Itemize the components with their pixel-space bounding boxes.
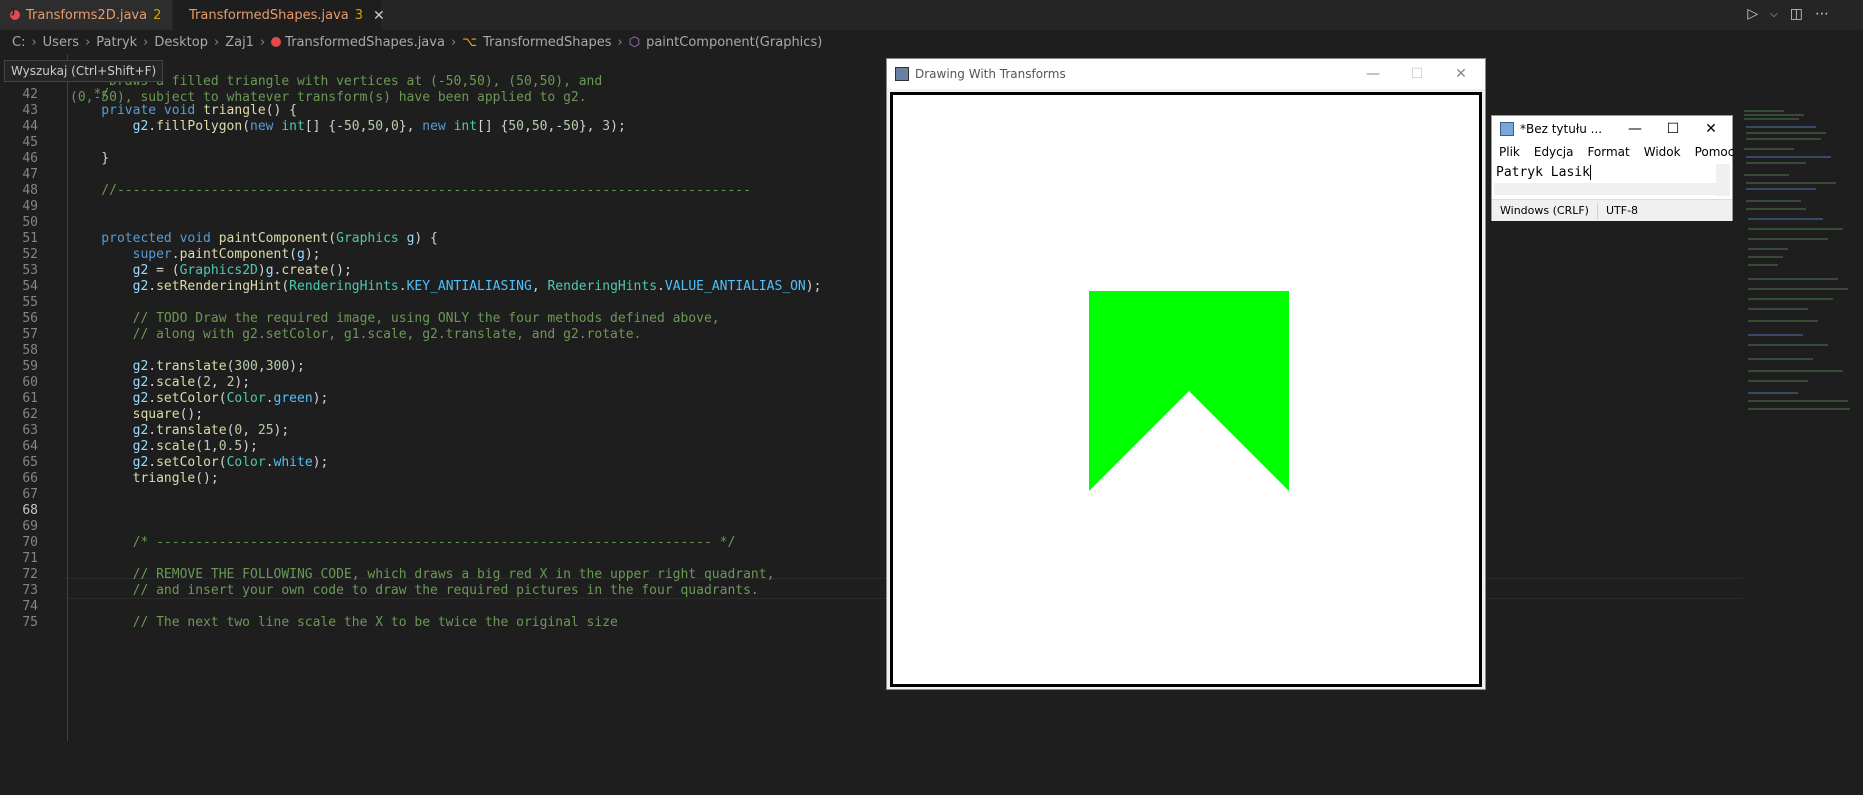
chevron-right-icon: › <box>617 34 623 50</box>
breadcrumb-item[interactable]: Desktop <box>154 35 208 50</box>
tab-label: Transforms2D.java <box>26 7 148 23</box>
notepad-menubar: Plik Edycja Format Widok Pomoc <box>1492 142 1734 162</box>
split-editor-icon[interactable]: ◫ <box>1790 6 1803 22</box>
problem-count-badge: 2 <box>153 7 162 23</box>
notepad-titlebar[interactable]: *Bez tytułu ... — ☐ ✕ <box>1492 116 1732 142</box>
problem-count-badge: 3 <box>354 8 364 23</box>
minimize-icon[interactable]: — <box>1351 59 1395 89</box>
breadcrumb-item[interactable]: TransformedShapes <box>483 35 611 50</box>
close-icon[interactable]: ✕ <box>1439 59 1483 89</box>
window-title: Drawing With Transforms <box>915 67 1066 81</box>
java-app-icon <box>895 67 909 81</box>
tab-transforms2d[interactable]: Transforms2D.java 2 <box>0 0 172 30</box>
notepad-window[interactable]: *Bez tytułu ... — ☐ ✕ Plik Edycja Format… <box>1491 115 1734 221</box>
notepad-text-area[interactable]: Patryk Lasik <box>1494 164 1714 182</box>
java-file-icon <box>271 37 282 47</box>
breadcrumb-item[interactable]: TransformedShapes.java <box>285 35 445 50</box>
menu-pomoc[interactable]: Pomoc <box>1688 142 1742 162</box>
notepad-vertical-scrollbar[interactable] <box>1716 164 1730 196</box>
menu-widok[interactable]: Widok <box>1637 142 1688 162</box>
breadcrumb-item[interactable]: paintComponent(Graphics) <box>646 35 822 50</box>
chevron-right-icon: › <box>143 34 149 50</box>
chevron-down-icon[interactable]: ⌵ <box>1770 9 1778 22</box>
drawing-canvas <box>893 95 1479 684</box>
notepad-icon <box>1500 122 1514 136</box>
chevron-right-icon: › <box>214 34 220 50</box>
vertical-scrollbar[interactable] <box>1850 108 1863 795</box>
close-tab-icon[interactable]: ✕ <box>373 8 385 24</box>
chevron-right-icon: › <box>450 34 457 50</box>
chevron-right-icon: › <box>31 34 37 50</box>
class-icon: ⌥ <box>462 34 478 50</box>
drawing-canvas-frame <box>890 92 1482 687</box>
minimap[interactable] <box>1742 108 1862 748</box>
menu-edycja[interactable]: Edycja <box>1527 142 1581 162</box>
menu-plik[interactable]: Plik <box>1492 142 1527 162</box>
indent-guide <box>67 54 68 741</box>
chevron-right-icon: › <box>85 34 91 50</box>
java-drawing-window[interactable]: Drawing With Transforms — ☐ ✕ <box>886 58 1486 690</box>
text-cursor <box>1589 165 1591 180</box>
java-file-icon <box>10 7 20 20</box>
breadcrumb-item[interactable]: C: <box>12 35 25 50</box>
breadcrumb: C: › Users › Patryk › Desktop › Zaj1 › Transf… <box>0 30 1863 54</box>
green-banner-shape <box>1089 291 1289 491</box>
editor-actions: ▷ ⌵ ◫ ⋯ <box>1747 6 1829 22</box>
breadcrumb-item[interactable]: Patryk <box>96 35 137 50</box>
editor-tab-bar: Transforms2D.java 2 TransformedShapes.ja… <box>0 0 1863 30</box>
encoding-status: UTF-8 <box>1605 204 1639 217</box>
line-number: 75 <box>22 615 38 630</box>
breadcrumb-item[interactable]: Users <box>43 35 79 50</box>
chevron-right-icon: › <box>259 34 266 50</box>
maximize-icon[interactable]: ☐ <box>1395 59 1439 89</box>
method-icon: ⬡ <box>628 34 641 50</box>
window-titlebar[interactable]: Drawing With Transforms — ☐ ✕ <box>887 59 1485 89</box>
tab-label: TransformedShapes.java <box>189 8 349 23</box>
drawing-svg <box>1089 291 1289 491</box>
code-line: 75 // The next two line scale the X to b… <box>0 613 1750 632</box>
close-icon[interactable]: ✕ <box>1692 116 1730 142</box>
minimize-icon[interactable]: — <box>1616 116 1654 142</box>
code-text: // The next two line scale the X to be t… <box>70 615 618 630</box>
tab-transformedshapes[interactable]: TransformedShapes.java 3 ✕ <box>173 0 385 30</box>
search-tooltip: Wyszukaj (Ctrl+Shift+F) <box>4 60 164 82</box>
notepad-content: Patryk Lasik <box>1496 165 1590 180</box>
breadcrumb-item[interactable]: Zaj1 <box>225 35 254 50</box>
line-ending-status: Windows (CRLF) <box>1500 204 1589 217</box>
more-actions-icon[interactable]: ⋯ <box>1815 6 1829 22</box>
notepad-title: *Bez tytułu ... <box>1520 122 1603 136</box>
run-icon[interactable]: ▷ <box>1747 6 1758 22</box>
notepad-horizontal-scrollbar[interactable] <box>1494 183 1716 195</box>
menu-format[interactable]: Format <box>1580 142 1636 162</box>
notepad-statusbar: Windows (CRLF) UTF-8 <box>1492 199 1732 221</box>
maximize-icon[interactable]: ☐ <box>1654 116 1692 142</box>
